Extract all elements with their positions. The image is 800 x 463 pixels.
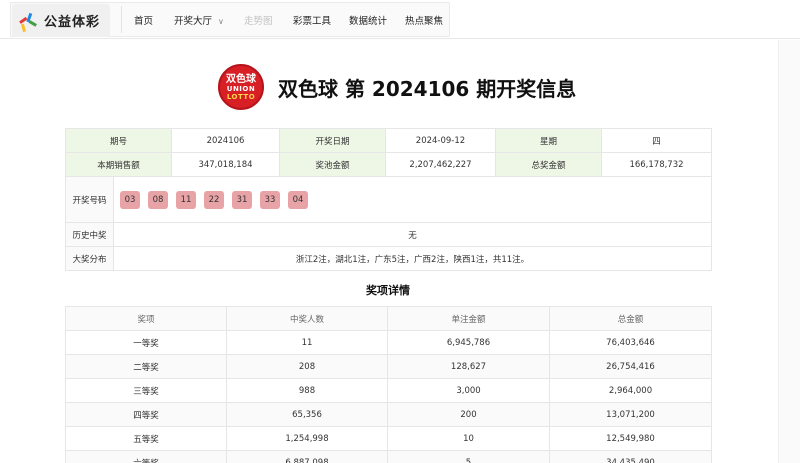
draw-info-table: 期号 2024106 开奖日期 2024-09-12 星期 四 本期销售额 34… — [65, 128, 712, 177]
unit-amount: 128,627 — [387, 354, 550, 379]
prize-level: 一等奖 — [65, 330, 227, 355]
history-label: 历史中奖 — [65, 222, 114, 247]
nav-item-trend-chart[interactable]: 走势图 — [244, 13, 273, 27]
draw-numbers-cell: 03 08 11 22 31 33 04 — [113, 176, 712, 223]
pool-label: 奖池金额 — [279, 152, 386, 177]
draw-date-value: 2024-09-12 — [385, 128, 496, 153]
distribution-label: 大奖分布 — [65, 246, 114, 271]
chevron-down-icon: ∨ — [218, 17, 224, 26]
unit-amount: 10 — [387, 426, 550, 451]
distribution-value: 浙江2注，湖北1注，广东5注，广西2注，陕西1注，共11注。 — [113, 246, 712, 271]
total-amount: 26,754,416 — [549, 354, 712, 379]
unit-amount: 200 — [387, 402, 550, 427]
column-header: 中奖人数 — [226, 306, 388, 331]
table-row: 二等奖 208 128,627 26,754,416 — [65, 354, 712, 379]
nav-item-draw-hall[interactable]: 开奖大厅 ∨ — [174, 13, 224, 27]
page-header: 双色球 UNION LOTTO 双色球 第 2024106 期开奖信息 — [218, 63, 576, 111]
nav-divider — [121, 6, 122, 33]
sales-label: 本期销售额 — [65, 152, 172, 177]
badge-line-3: LOTTO — [226, 92, 256, 101]
winner-count: 65,356 — [226, 402, 388, 427]
table-header-row: 奖项 中奖人数 单注金额 总金额 — [65, 306, 712, 331]
table-row: 四等奖 65,356 200 13,071,200 — [65, 402, 712, 427]
draw-numbers: 03 08 11 22 31 33 04 — [114, 190, 711, 209]
nav-item-home[interactable]: 首页 — [134, 13, 153, 27]
total-amount: 13,071,200 — [549, 402, 712, 427]
column-header: 奖项 — [65, 306, 227, 331]
total-amount: 12,549,980 — [549, 426, 712, 451]
nav-item-stats[interactable]: 数据统计 — [349, 13, 387, 27]
total-amount: 34,435,490 — [549, 450, 712, 463]
red-ball: 22 — [204, 190, 224, 209]
page-title: 双色球 第 2024106 期开奖信息 — [278, 76, 577, 101]
prize-level: 二等奖 — [65, 354, 227, 379]
weekday-value: 四 — [601, 128, 712, 153]
red-ball: 33 — [260, 190, 280, 209]
draw-date-label: 开奖日期 — [279, 128, 386, 153]
total-amount: 76,403,646 — [549, 330, 712, 355]
logo[interactable]: 公益体彩 — [12, 4, 110, 37]
blue-ball: 04 — [288, 190, 308, 209]
red-ball: 31 — [232, 190, 252, 209]
top-nav: 公益体彩 首页 开奖大厅 ∨ 走势图 彩票工具 数据统计 热点聚焦 — [0, 0, 800, 39]
prize-level: 四等奖 — [65, 402, 227, 427]
table-row: 六等奖 6,887,098 5 34,435,490 — [65, 450, 712, 463]
table-row: 期号 2024106 开奖日期 2024-09-12 星期 四 — [65, 128, 712, 153]
page-scrollbar[interactable] — [778, 40, 800, 463]
red-ball: 11 — [176, 190, 196, 209]
column-header: 总金额 — [549, 306, 712, 331]
pool-value: 2,207,462,227 — [385, 152, 496, 177]
badge-line-2: UNION — [226, 84, 256, 93]
table-row: 五等奖 1,254,998 10 12,549,980 — [65, 426, 712, 451]
table-row: 大奖分布 浙江2注，湖北1注，广东5注，广西2注，陕西1注，共11注。 — [65, 246, 712, 271]
winner-count: 11 — [226, 330, 388, 355]
history-value: 无 — [113, 222, 712, 247]
prize-level: 三等奖 — [65, 378, 227, 403]
prize-table: 奖项 中奖人数 单注金额 总金额 一等奖 11 6,945,786 76,403… — [65, 306, 712, 463]
nav-item-hot-topics[interactable]: 热点聚焦 — [405, 13, 443, 27]
winner-count: 1,254,998 — [226, 426, 388, 451]
nav-item-tools[interactable]: 彩票工具 — [293, 13, 331, 27]
issue-label: 期号 — [65, 128, 172, 153]
nav-item-draw-hall-label: 开奖大厅 — [174, 16, 213, 27]
table-row: 本期销售额 347,018,184 奖池金额 2,207,462,227 总奖金… — [65, 152, 712, 177]
logo-text: 公益体彩 — [44, 15, 101, 30]
winner-count: 208 — [226, 354, 388, 379]
prize-level: 六等奖 — [65, 450, 227, 463]
draw-numbers-label: 开奖号码 — [65, 176, 114, 223]
draw-detail-table: 开奖号码 03 08 11 22 31 33 04 历史中奖 无 大奖分布 浙江… — [65, 176, 712, 271]
table-row: 一等奖 11 6,945,786 76,403,646 — [65, 330, 712, 355]
weekday-label: 星期 — [495, 128, 602, 153]
unit-amount: 6,945,786 — [387, 330, 550, 355]
issue-value: 2024106 — [171, 128, 280, 153]
winner-count: 988 — [226, 378, 388, 403]
unit-amount: 5 — [387, 450, 550, 463]
total-amount: 2,964,000 — [549, 378, 712, 403]
winner-count: 6,887,098 — [226, 450, 388, 463]
red-ball: 03 — [120, 190, 140, 209]
unit-amount: 3,000 — [387, 378, 550, 403]
total-prize-label: 总奖金额 — [495, 152, 602, 177]
table-row: 三等奖 988 3,000 2,964,000 — [65, 378, 712, 403]
prize-section-title: 奖项详情 — [366, 284, 410, 297]
badge-line-1: 双色球 — [226, 73, 256, 85]
sales-value: 347,018,184 — [171, 152, 280, 177]
table-row: 历史中奖 无 — [65, 222, 712, 247]
table-row: 开奖号码 03 08 11 22 31 33 04 — [65, 176, 712, 223]
union-lotto-logo: 双色球 UNION LOTTO — [218, 64, 264, 110]
sport-lottery-logo-icon — [19, 12, 37, 32]
red-ball: 08 — [148, 190, 168, 209]
prize-level: 五等奖 — [65, 426, 227, 451]
total-prize-value: 166,178,732 — [601, 152, 712, 177]
column-header: 单注金额 — [387, 306, 550, 331]
